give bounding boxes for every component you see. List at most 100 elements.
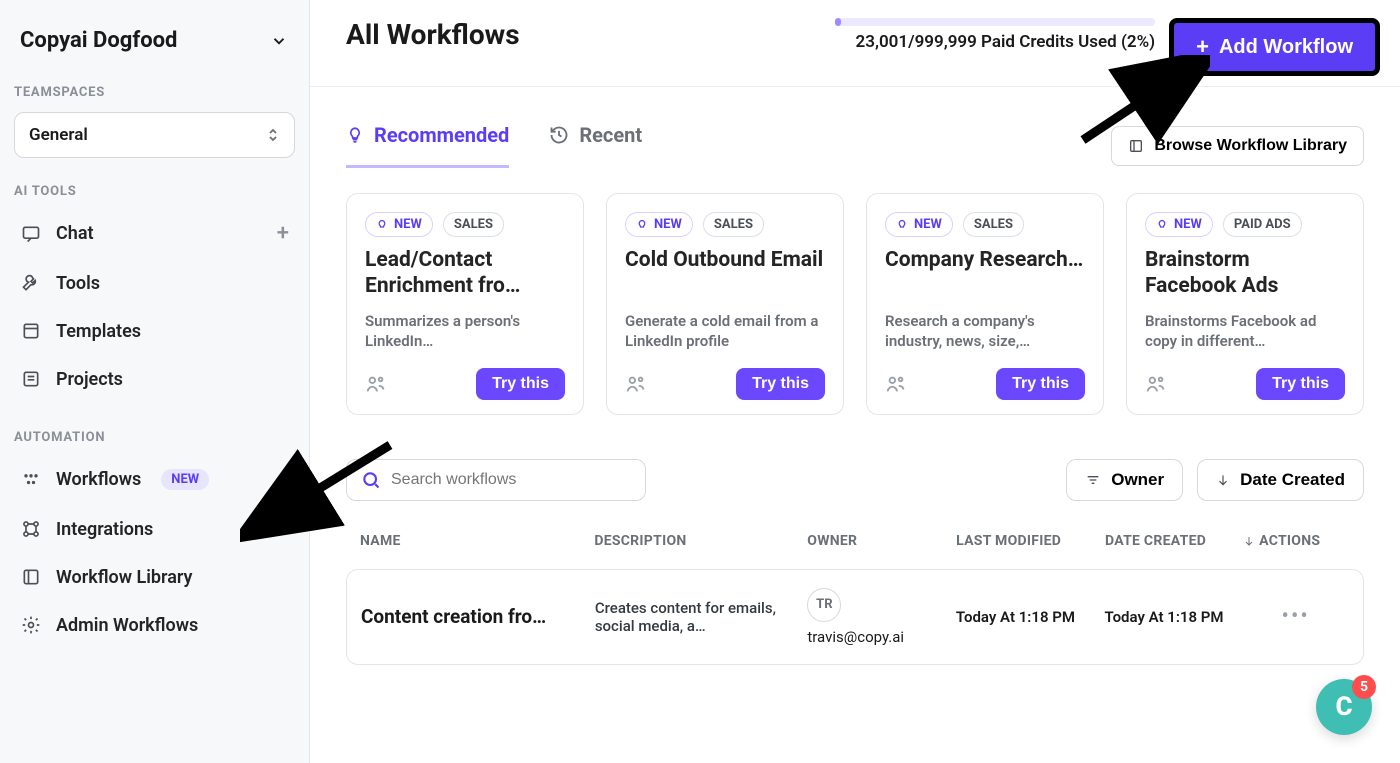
sidebar-item-tools[interactable]: Tools: [14, 262, 295, 304]
add-workflow-label: Add Workflow: [1219, 36, 1353, 59]
try-button[interactable]: Try this: [1256, 368, 1345, 400]
sidebar-item-integrations[interactable]: Integrations: [14, 508, 295, 550]
section-label-teamspaces: TEAMSPACES: [14, 75, 295, 106]
workflow-card[interactable]: NEW SALES Cold Outbound Email Generate a…: [606, 193, 844, 415]
arrow-down-icon: [1216, 473, 1230, 487]
browse-library-button[interactable]: Browse Workflow Library: [1111, 126, 1364, 166]
help-fab[interactable]: C 5: [1316, 679, 1372, 735]
nav-label: Templates: [56, 321, 141, 342]
section-label-automation: AUTOMATION: [14, 420, 295, 451]
workflows-icon: [20, 469, 42, 491]
new-chip: NEW: [885, 212, 953, 237]
person-icon: [1145, 373, 1167, 395]
nav-label: Chat: [56, 223, 94, 244]
search-input[interactable]: [391, 471, 631, 489]
browse-library-label: Browse Workflow Library: [1154, 137, 1347, 155]
person-icon: [885, 373, 907, 395]
row-description: Creates content for emails, social media…: [595, 599, 798, 635]
library-icon: [1128, 138, 1144, 154]
sidebar-item-chat[interactable]: Chat +: [14, 211, 295, 256]
person-icon: [625, 373, 647, 395]
row-last-modified: Today At 1:18 PM: [956, 608, 1095, 626]
nav-label: Tools: [56, 273, 100, 294]
topbar-right: 23,001/999,999 Paid Credits Used (2%) + …: [835, 18, 1380, 76]
col-name: NAME: [360, 533, 584, 549]
sidebar-item-admin-workflows[interactable]: Admin Workflows: [14, 604, 295, 646]
category-chip: SALES: [443, 212, 504, 237]
card-title: Brainstorm Facebook Ads: [1145, 247, 1345, 301]
nav-label: Admin Workflows: [56, 615, 198, 636]
new-chip: NEW: [1145, 212, 1213, 237]
chevron-down-icon: [269, 31, 289, 51]
card-title: Cold Outbound Email: [625, 247, 825, 301]
chat-icon: [20, 223, 42, 245]
sidebar-item-workflows[interactable]: Workflows NEW +: [14, 457, 295, 502]
sort-icon: [266, 127, 280, 143]
credits: 23,001/999,999 Paid Credits Used (2%): [835, 18, 1155, 52]
try-button[interactable]: Try this: [476, 368, 565, 400]
card-description: Generate a cold email from a LinkedIn pr…: [625, 311, 825, 352]
category-chip: SALES: [703, 212, 764, 237]
table-header: NAME DESCRIPTION OWNER LAST MODIFIED DAT…: [346, 501, 1364, 563]
filter-owner-button[interactable]: Owner: [1066, 459, 1183, 501]
search-box[interactable]: [346, 459, 646, 501]
fab-badge: 5: [1352, 675, 1376, 699]
templates-icon: [20, 320, 42, 342]
card-title: Company Research…: [885, 247, 1085, 301]
nav-label: Workflows: [56, 469, 141, 490]
card-description: Research a company's industry, news, siz…: [885, 311, 1085, 352]
person-icon: [365, 373, 387, 395]
add-workflow-button[interactable]: + Add Workflow: [1169, 18, 1380, 76]
tab-label: Recommended: [374, 123, 509, 147]
history-icon: [549, 125, 569, 145]
integrations-icon: [20, 518, 42, 540]
new-badge: NEW: [161, 469, 209, 490]
card-description: Summarizes a person's LinkedIn…: [365, 311, 565, 352]
search-icon: [361, 470, 381, 490]
tab-label: Recent: [579, 123, 642, 147]
lightbulb-icon: [346, 126, 364, 144]
col-owner: OWNER: [807, 533, 946, 549]
row-date-created: Today At 1:18 PM: [1104, 608, 1232, 626]
try-button[interactable]: Try this: [996, 368, 1085, 400]
section-label-ai-tools: AI TOOLS: [14, 174, 295, 205]
tab-recommended[interactable]: Recommended: [346, 123, 509, 168]
col-date-created: DATE CREATED: [1105, 533, 1233, 549]
card-description: Brainstorms Facebook ad copy in differen…: [1145, 311, 1345, 352]
credits-text: 23,001/999,999 Paid Credits Used (2%): [856, 32, 1156, 52]
category-chip: SALES: [963, 212, 1024, 237]
owner-email: travis@copy.ai: [807, 628, 946, 646]
teamspace-select[interactable]: General: [14, 112, 295, 158]
plus-icon[interactable]: +: [277, 221, 289, 246]
table-row[interactable]: Content creation fro… Creates content fo…: [346, 569, 1364, 665]
filter-date-created-button[interactable]: Date Created: [1197, 459, 1364, 501]
try-button[interactable]: Try this: [736, 368, 825, 400]
tab-recent[interactable]: Recent: [549, 123, 642, 168]
card-title: Lead/Contact Enrichment fro…: [365, 247, 565, 301]
sidebar-item-templates[interactable]: Templates: [14, 310, 295, 352]
row-owner: TR travis@copy.ai: [807, 588, 946, 646]
filter-icon: [1085, 472, 1101, 488]
sidebar-item-projects[interactable]: Projects: [14, 358, 295, 400]
workflow-card[interactable]: NEW SALES Lead/Contact Enrichment fro… S…: [346, 193, 584, 415]
nav-label: Workflow Library: [56, 567, 192, 588]
avatar: TR: [807, 588, 841, 622]
main: All Workflows 23,001/999,999 Paid Credit…: [310, 0, 1400, 763]
workflow-card[interactable]: NEW PAID ADS Brainstorm Facebook Ads Bra…: [1126, 193, 1364, 415]
plus-icon[interactable]: +: [277, 467, 289, 492]
nav-label: Integrations: [56, 519, 153, 540]
plus-icon: +: [1196, 34, 1209, 60]
workspace-name: Copyai Dogfood: [20, 28, 177, 53]
cards-grid: NEW SALES Lead/Contact Enrichment fro… S…: [346, 193, 1364, 415]
nav-label: Projects: [56, 369, 123, 390]
fab-label: C: [1335, 692, 1352, 722]
col-description: DESCRIPTION: [594, 533, 797, 549]
row-actions-menu[interactable]: •••: [1242, 604, 1349, 629]
category-chip: PAID ADS: [1223, 212, 1302, 237]
workspace-switcher[interactable]: Copyai Dogfood: [14, 20, 295, 69]
sidebar: Copyai Dogfood TEAMSPACES General AI TOO…: [0, 0, 310, 763]
new-chip: NEW: [365, 212, 433, 237]
workflow-card[interactable]: NEW SALES Company Research… Research a c…: [866, 193, 1104, 415]
wrench-icon: [20, 272, 42, 294]
sidebar-item-workflow-library[interactable]: Workflow Library: [14, 556, 295, 598]
